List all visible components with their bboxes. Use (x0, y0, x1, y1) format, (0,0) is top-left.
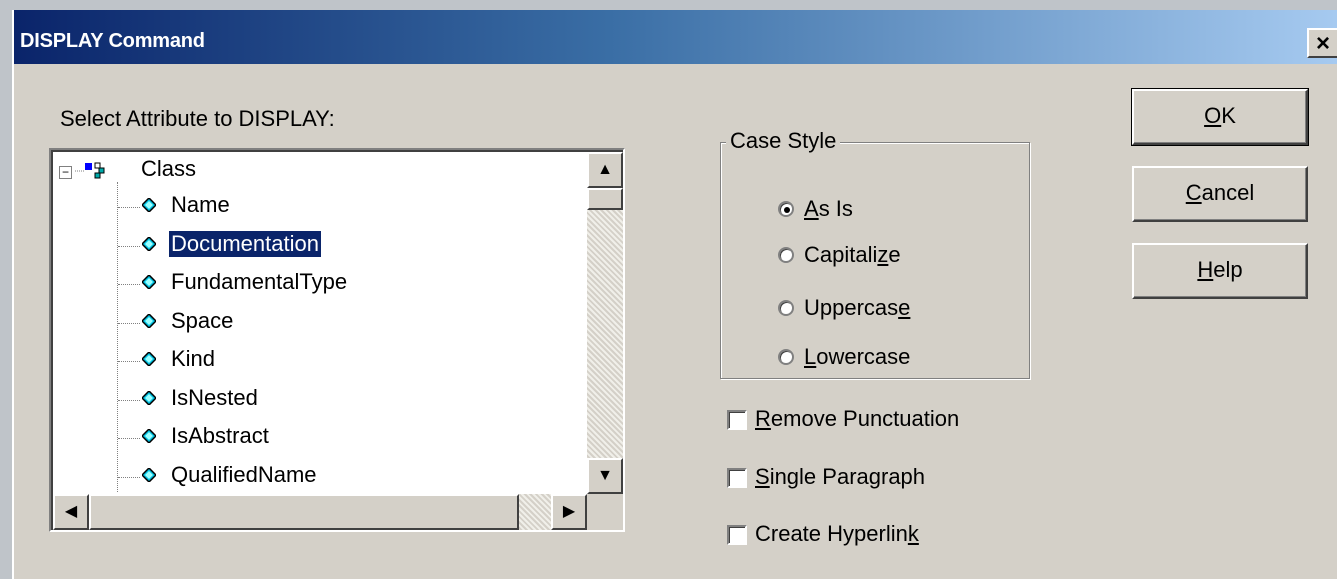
window-title: DISPLAY Command (20, 30, 205, 52)
tree-node-kind[interactable]: Kind (53, 342, 609, 378)
tree-connector (118, 245, 140, 247)
radio-button[interactable] (778, 349, 794, 365)
tree-node-label: Kind (171, 346, 216, 371)
tree-node-label: IsAbstract (171, 423, 269, 448)
tree-node-documentation[interactable]: Documentation (53, 227, 609, 263)
option-label: Lowercase (804, 344, 910, 370)
attribute-diamond-icon (142, 429, 156, 443)
label-text: ancel (1201, 180, 1255, 205)
tree-node-label: QualifiedName (171, 461, 317, 487)
tree-connector (118, 361, 140, 362)
close-button[interactable]: × (1307, 28, 1337, 58)
attribute-list-label: Select Attribute to DISPLAY: (60, 106, 335, 131)
tree-node-space[interactable]: Space (53, 304, 609, 340)
accelerator-key: z (877, 242, 889, 267)
case-style-title: Case Style (726, 128, 841, 154)
option-label: Create Hyperlink (755, 521, 919, 547)
option-label: As Is (804, 196, 853, 222)
tree-connector (118, 322, 140, 324)
dialog-window: DISPLAY Command × Select Attribute to DI… (12, 10, 1337, 579)
option-label: Single Paragraph (755, 464, 925, 490)
scroll-left-button[interactable]: ◀ (53, 494, 89, 530)
attribute-diamond-icon (142, 352, 156, 366)
tree-node-label: Name (171, 192, 230, 217)
accelerator-key: k (907, 521, 919, 546)
tree-node-isabstract[interactable]: IsAbstract (53, 419, 609, 455)
vertical-scrollbar[interactable]: ▲ ▼ (587, 152, 623, 494)
label-text: e (888, 242, 901, 267)
scroll-right-button[interactable]: ▶ (551, 494, 587, 530)
tree-node-isnested[interactable]: IsNested (53, 381, 609, 417)
help-button[interactable]: Help (1132, 243, 1308, 299)
tree-node-label: FundamentalType (171, 269, 348, 294)
scroll-up-button[interactable]: ▲ (587, 152, 623, 188)
accelerator-key: e (898, 295, 911, 320)
tree-node-fundamentaltype[interactable]: FundamentalType (53, 265, 609, 301)
accelerator-key: A (804, 196, 819, 221)
option-label: Remove Punctuation (755, 406, 959, 432)
option-label: OK (1204, 103, 1236, 128)
label-text: s Is (818, 196, 853, 221)
label-text: Uppercas (804, 295, 899, 320)
tree-node-label: IsNested (171, 384, 258, 410)
accelerator-key: R (755, 406, 771, 431)
accelerator-key: S (755, 464, 770, 489)
checkbox[interactable] (727, 525, 747, 545)
attribute-diamond-icon (142, 275, 156, 289)
title-bar[interactable]: DISPLAY Command (14, 10, 1337, 64)
horizontal-scroll-thumb[interactable] (89, 494, 519, 530)
horizontal-scrollbar[interactable]: ◀ ▶ (53, 494, 587, 530)
accelerator-key: O (1204, 103, 1222, 128)
attribute-tree[interactable]: − Class Name Documentation FundamentalType… (49, 148, 625, 532)
tree-connector (118, 284, 140, 285)
accelerator-key: C (1185, 180, 1202, 205)
attribute-diamond-icon (142, 390, 156, 405)
option-label: Capitalize (804, 242, 901, 268)
label-text: Create Hyperlin (755, 521, 908, 546)
tree-connector (118, 438, 140, 439)
cancel-button[interactable]: Cancel (1132, 166, 1308, 222)
label-text: K (1221, 103, 1236, 128)
label-text: Capitali (804, 242, 878, 267)
checkbox[interactable] (727, 410, 747, 430)
option-label: Help (1197, 257, 1242, 282)
label-text: emove Punctuation (770, 406, 960, 431)
tree-node-class[interactable]: − Class (53, 152, 609, 188)
class-icon (75, 162, 105, 179)
attribute-diamond-icon (142, 198, 156, 212)
vertical-scroll-thumb[interactable] (587, 188, 623, 210)
ok-button[interactable]: OK (1131, 88, 1309, 146)
option-label: Uppercase (804, 295, 910, 321)
attribute-diamond-icon (142, 467, 156, 482)
accelerator-key: L (804, 344, 817, 369)
radio-button[interactable] (778, 201, 794, 217)
accelerator-key: H (1197, 257, 1214, 282)
tree-connector (118, 207, 140, 208)
tree-node-label: Class (141, 156, 197, 181)
tree-node-label: Documentation (168, 229, 322, 258)
attribute-diamond-icon (142, 236, 156, 251)
tree-node-name[interactable]: Name (53, 188, 609, 224)
label-text: elp (1213, 257, 1243, 282)
label-text: ingle Paragraph (769, 464, 926, 489)
radio-button[interactable] (778, 247, 794, 263)
tree-connector (118, 476, 140, 478)
radio-button[interactable] (778, 300, 794, 316)
tree-connector (118, 399, 140, 401)
checkbox[interactable] (727, 468, 747, 488)
scroll-down-button[interactable]: ▼ (587, 458, 623, 494)
collapse-icon[interactable]: − (59, 166, 72, 179)
attribute-diamond-icon (142, 313, 156, 328)
option-label: Cancel (1186, 180, 1254, 205)
scrollbar-corner (587, 494, 623, 530)
label-text: owercase (816, 344, 911, 369)
tree-node-qualifiedname[interactable]: QualifiedName (53, 458, 609, 494)
tree-node-label: Space (171, 307, 234, 333)
